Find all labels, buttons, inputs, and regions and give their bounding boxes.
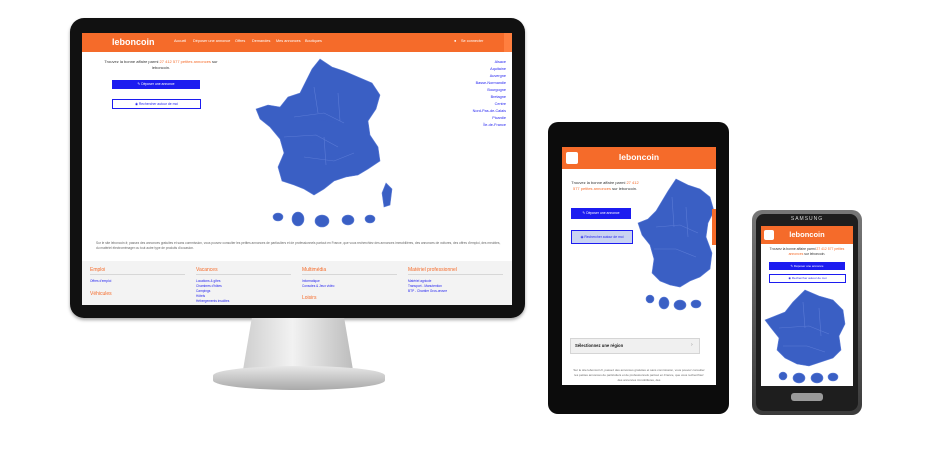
tablet-header-bar: leboncoin (562, 147, 716, 169)
category-link[interactable]: Hôtels (196, 294, 205, 298)
phone-post-ad-button[interactable]: ✎ Déposer une annonce (769, 262, 845, 270)
phone-brand-text: SAMSUNG (790, 216, 824, 222)
nav-offers[interactable]: Offres (235, 39, 245, 43)
nav-account[interactable]: Se connecter (461, 39, 483, 43)
phone-logo[interactable]: leboncoin (761, 230, 853, 239)
category-link[interactable]: Matériel agricole (408, 279, 431, 283)
divider (302, 274, 397, 275)
tablet-post-ad-button[interactable]: ✎ Déposer une annonce (571, 208, 631, 219)
category-multimedia-title[interactable]: Multimédia (302, 267, 326, 273)
desktop-logo[interactable]: leboncoin (112, 37, 155, 47)
monitor-stand-neck (243, 318, 353, 370)
category-vehicles-title[interactable]: Véhicules (90, 291, 112, 297)
phone-screen: leboncoin Trouvez la bonne affaire parmi… (761, 226, 853, 386)
phone-search-around-button[interactable]: ◉ Rechercher autour de moi (769, 274, 846, 283)
map-mainland (255, 58, 381, 196)
category-link[interactable]: Informatique (302, 279, 320, 283)
desktop-header-bar: leboncoin Accueil Déposer une annonce Of… (82, 33, 512, 52)
phone-home-button[interactable] (791, 393, 823, 401)
region-link-picardie[interactable]: Picardie (418, 116, 506, 120)
tablet-logo[interactable]: leboncoin (562, 152, 716, 162)
desktop-intro-text: Trouvez la bonne affaire parmi 27 412 57… (96, 59, 226, 70)
scrollbar[interactable] (712, 209, 716, 245)
chevron-right-icon: › (691, 342, 693, 348)
map-corsica (381, 182, 393, 208)
header-edge (504, 33, 512, 52)
around-button-label: Rechercher autour de moi (138, 102, 179, 106)
intro-text-end: sur leboncoin. (804, 252, 826, 256)
tablet-region-select[interactable]: Sélectionnez une région › (570, 338, 700, 354)
region-link-centre[interactable]: Centre (418, 102, 506, 106)
desktop-post-ad-button[interactable]: ✎ Déposer une annonce (112, 80, 200, 89)
region-link-bourgogne[interactable]: Bourgogne (418, 88, 506, 92)
category-leisure-title[interactable]: Loisirs (302, 295, 316, 301)
map-overseas-5 (364, 214, 376, 224)
category-link[interactable]: Locations & gîtes (196, 279, 220, 283)
category-jobs-title[interactable]: Emploi (90, 267, 105, 273)
category-link[interactable]: BTP - Chantier Gros-œuvre (408, 289, 447, 293)
region-select-label: Sélectionnez une région (575, 343, 624, 348)
category-pro-equipment-title[interactable]: Matériel professionnel (408, 267, 457, 273)
desktop-search-around-button[interactable]: ◉ Rechercher autour de moi (112, 99, 201, 109)
region-link-alsace[interactable]: Alsace (418, 60, 506, 64)
desktop-seo-text: Sur le site leboncoin.fr, passez des ann… (96, 241, 501, 250)
nav-shops[interactable]: Boutiques (305, 39, 322, 43)
intro-text: Trouvez la bonne affaire parmi (571, 180, 626, 185)
nav-post-ad[interactable]: Déposer une annonce (193, 39, 230, 43)
map-overseas-1 (272, 212, 284, 222)
tablet-seo-text: Sur le site leboncoin.fr, passez des ann… (573, 368, 705, 382)
category-link[interactable]: Chambres d'hôtes (196, 284, 222, 288)
map-overseas-4 (341, 214, 355, 226)
tablet-screen: leboncoin Trouvez la bonne affaire parmi… (562, 147, 716, 385)
category-link[interactable]: Offres d'emploi (90, 279, 111, 283)
map-overseas-2 (291, 211, 305, 227)
phone-header-bar: leboncoin (761, 226, 853, 244)
user-icon: ● (454, 38, 457, 43)
ad-count-link[interactable]: 27 412 577 petites annonces (160, 59, 211, 64)
post-button-label: Déposer une annonce (793, 264, 824, 268)
category-link[interactable]: Consoles & Jeux vidéo (302, 284, 334, 288)
post-button-label: Déposer une annonce (141, 82, 175, 86)
region-link-nord-pas-de-calais[interactable]: Nord-Pas-de-Calais (418, 109, 506, 113)
nav-my-ads[interactable]: Mes annonces (276, 39, 301, 43)
category-link[interactable]: Hébergements insolites (196, 299, 229, 303)
divider (90, 274, 185, 275)
tablet-france-map[interactable] (636, 177, 716, 327)
category-holidays-title[interactable]: Vacances (196, 267, 218, 273)
desktop-screen: leboncoin Accueil Déposer une annonce Of… (82, 33, 512, 305)
post-button-label: Déposer une annonce (586, 211, 620, 215)
intro-text: Trouvez la bonne affaire parmi (104, 59, 159, 64)
divider (196, 274, 291, 275)
tablet-intro-text: Trouvez la bonne affaire parmi 27 412 57… (570, 180, 640, 192)
phone-france-map[interactable] (763, 288, 851, 386)
monitor-stand-base (213, 366, 385, 390)
divider (408, 274, 503, 275)
tablet-search-around-button[interactable]: ◉ Rechercher autour de moi (571, 230, 633, 244)
region-link-ile-de-france[interactable]: Île-de-France (418, 123, 506, 127)
region-link-bretagne[interactable]: Bretagne (418, 95, 506, 99)
region-link-basse-normandie[interactable]: Basse-Normandie (418, 81, 506, 85)
around-button-label: Rechercher autour de moi (791, 276, 827, 280)
map-overseas-3 (314, 214, 330, 228)
around-button-label: Rechercher autour de moi (584, 235, 624, 239)
region-link-auvergne[interactable]: Auvergne (418, 74, 506, 78)
intro-text: Trouvez la bonne affaire parmi (769, 247, 816, 251)
nav-requests[interactable]: Demandes (252, 39, 270, 43)
desktop-france-map[interactable] (254, 57, 394, 237)
intro-text-end: sur leboncoin. (612, 186, 638, 191)
category-link[interactable]: Campings (196, 289, 210, 293)
desktop-category-footer: Emploi Offres d'emploi Véhicules Vacance… (82, 261, 512, 305)
nav-home[interactable]: Accueil (174, 39, 186, 43)
phone-intro-text: Trouvez la bonne affaire parmi 27 412 57… (765, 247, 849, 257)
category-link[interactable]: Transport - Manutention (408, 284, 442, 288)
region-link-aquitaine[interactable]: Aquitaine (418, 67, 506, 71)
